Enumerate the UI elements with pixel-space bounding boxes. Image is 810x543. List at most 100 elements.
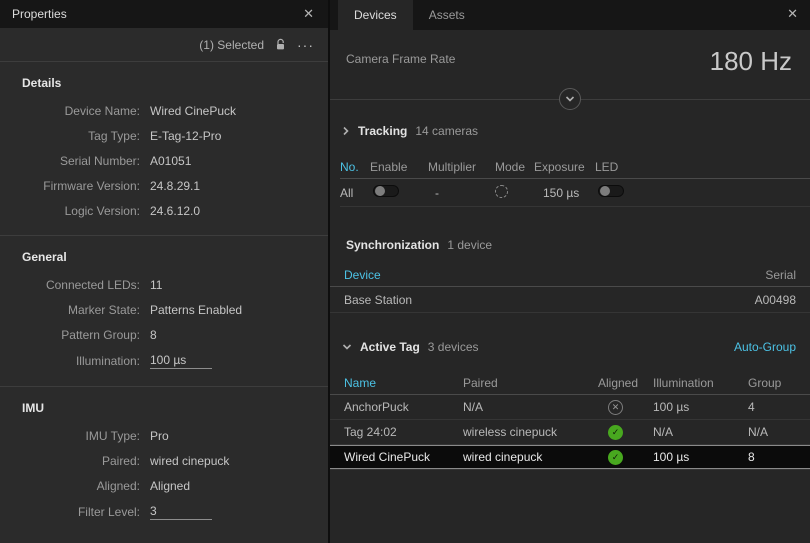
- tag-group: 8: [748, 450, 810, 464]
- tracking-table: No. Enable Multiplier Mode Exposure LED …: [330, 155, 810, 207]
- property-row: Firmware Version: 24.8.29.1: [0, 173, 328, 198]
- property-value: 11: [150, 278, 328, 292]
- led-toggle[interactable]: [598, 185, 624, 197]
- column-header-mode[interactable]: Mode: [495, 160, 534, 174]
- tag-group: 4: [748, 400, 810, 414]
- device-name: Base Station: [344, 293, 412, 307]
- close-icon[interactable]: ✕: [301, 6, 316, 22]
- property-value: 24.8.29.1: [150, 179, 328, 193]
- column-header-enable[interactable]: Enable: [370, 160, 428, 174]
- synchronization-title: Synchronization: [346, 238, 439, 252]
- property-label: Filter Level:: [0, 505, 140, 519]
- property-value: 8: [150, 328, 328, 342]
- multiplier-value: -: [428, 186, 495, 200]
- property-value: Wired CinePuck: [150, 104, 328, 118]
- tracking-section-header[interactable]: Tracking 14 cameras: [330, 119, 810, 143]
- property-value: E-Tag-12-Pro: [150, 129, 328, 143]
- not-aligned-icon: [608, 400, 623, 415]
- section-title-imu: IMU: [22, 401, 328, 415]
- close-icon[interactable]: ✕: [785, 6, 800, 22]
- tracking-table-header: No. Enable Multiplier Mode Exposure LED: [340, 155, 810, 179]
- synchronization-count: 1 device: [447, 238, 492, 252]
- tag-group: N/A: [748, 425, 810, 439]
- exposure-value: 150 µs: [534, 186, 595, 200]
- property-value: 24.6.12.0: [150, 204, 328, 218]
- property-label: Firmware Version:: [0, 179, 140, 193]
- divider: [0, 235, 328, 236]
- column-header-serial[interactable]: Serial: [765, 268, 796, 282]
- tag-name: AnchorPuck: [344, 400, 463, 414]
- divider: [0, 386, 328, 387]
- property-row: Marker State: Patterns Enabled: [0, 297, 328, 322]
- property-label: Pattern Group:: [0, 328, 140, 342]
- property-value: wired cinepuck: [150, 454, 328, 468]
- aligned-check-icon: [608, 450, 623, 465]
- column-header-paired[interactable]: Paired: [463, 376, 598, 390]
- active-tag-table: Name Paired Aligned Illumination Group A…: [330, 371, 810, 470]
- device-serial: A00498: [755, 293, 796, 307]
- property-label: Marker State:: [0, 303, 140, 317]
- table-row[interactable]: Tag 24:02 wireless cinepuck N/A N/A: [330, 420, 810, 445]
- chevron-down-icon[interactable]: [559, 88, 581, 110]
- tracking-all-row[interactable]: All - 150 µs: [340, 179, 810, 207]
- property-row: Logic Version: 24.6.12.0: [0, 198, 328, 223]
- lock-icon[interactable]: [274, 38, 287, 51]
- tag-name: Tag 24:02: [344, 425, 463, 439]
- column-header-group[interactable]: Group: [748, 376, 810, 390]
- column-header-device[interactable]: Device: [344, 268, 381, 282]
- active-tag-title: Active Tag: [360, 340, 420, 354]
- property-value: Aligned: [150, 479, 328, 493]
- app-window: Properties ✕ (1) Selected ··· Details De…: [0, 0, 810, 543]
- selection-count-label: (1) Selected: [199, 38, 264, 52]
- property-row: Paired: wired cinepuck: [0, 448, 328, 473]
- property-row: Illumination: 100 µs: [0, 347, 328, 374]
- active-tag-table-header: Name Paired Aligned Illumination Group: [330, 371, 810, 395]
- property-value: Patterns Enabled: [150, 303, 328, 317]
- synchronization-section-header: Synchronization 1 device: [330, 233, 810, 257]
- row-label-all: All: [340, 186, 370, 200]
- column-header-multiplier[interactable]: Multiplier: [428, 160, 495, 174]
- property-label: Connected LEDs:: [0, 278, 140, 292]
- tag-illumination: 100 µs: [653, 400, 748, 414]
- tracking-title: Tracking: [358, 124, 407, 138]
- more-options-icon[interactable]: ···: [297, 40, 314, 50]
- tab-devices[interactable]: Devices: [338, 0, 413, 30]
- panel-title: Properties: [12, 7, 67, 21]
- tag-illumination: 100 µs: [653, 450, 748, 464]
- filter-level-field[interactable]: 3: [150, 504, 212, 520]
- property-value: A01051: [150, 154, 328, 168]
- table-row-selected[interactable]: Wired CinePuck wired cinepuck 100 µs 8: [330, 445, 810, 470]
- column-header-name[interactable]: Name: [344, 376, 463, 390]
- illumination-field[interactable]: 100 µs: [150, 353, 212, 369]
- column-header-led[interactable]: LED: [595, 160, 635, 174]
- property-label: Illumination:: [0, 354, 140, 368]
- frame-rate-value: 180 Hz: [710, 46, 792, 77]
- table-row[interactable]: AnchorPuck N/A 100 µs 4: [330, 395, 810, 420]
- frame-rate-row: Camera Frame Rate 180 Hz: [330, 30, 810, 81]
- column-header-illumination[interactable]: Illumination: [653, 376, 748, 390]
- imu-section: IMU Type: Pro Paired: wired cinepuck Ali…: [0, 423, 328, 525]
- auto-group-button[interactable]: Auto-Group: [734, 340, 796, 354]
- active-tag-section-header[interactable]: Active Tag 3 devices Auto-Group: [330, 335, 810, 359]
- property-value: Pro: [150, 429, 328, 443]
- tag-paired: N/A: [463, 400, 598, 414]
- devices-content: Camera Frame Rate 180 Hz Tracking 14 cam…: [330, 30, 810, 543]
- column-header-no[interactable]: No.: [340, 160, 370, 174]
- tab-assets[interactable]: Assets: [413, 0, 481, 30]
- details-section: Device Name: Wired CinePuck Tag Type: E-…: [0, 98, 328, 223]
- property-label: Paired:: [0, 454, 140, 468]
- column-header-aligned[interactable]: Aligned: [598, 376, 653, 390]
- tab-bar: Devices Assets ✕: [330, 0, 810, 30]
- tracking-count: 14 cameras: [415, 124, 478, 138]
- properties-panel: Properties ✕ (1) Selected ··· Details De…: [0, 0, 330, 543]
- mode-icon[interactable]: [495, 185, 508, 198]
- enable-toggle[interactable]: [373, 185, 399, 197]
- property-row: Aligned: Aligned: [0, 473, 328, 498]
- sync-device-row[interactable]: Base Station A00498: [330, 287, 810, 313]
- selection-bar: (1) Selected ···: [0, 28, 328, 62]
- column-header-exposure[interactable]: Exposure: [534, 160, 595, 174]
- property-label: Device Name:: [0, 104, 140, 118]
- aligned-check-icon: [608, 425, 623, 440]
- sync-table-header: Device Serial: [330, 263, 810, 287]
- property-row: Serial Number: A01051: [0, 148, 328, 173]
